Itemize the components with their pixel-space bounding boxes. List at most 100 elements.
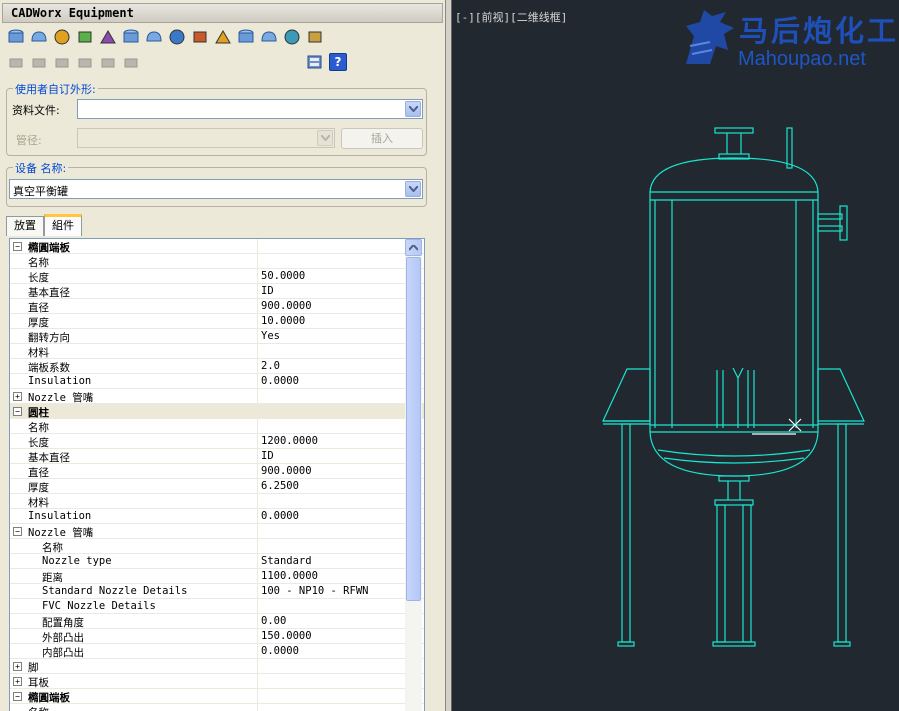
- grid-property-row[interactable]: 基本直径 ID: [10, 284, 424, 299]
- grid-category-row[interactable]: + 耳板: [10, 674, 424, 689]
- grid-category-row[interactable]: − 圆柱: [10, 404, 424, 419]
- scroll-up-button[interactable]: [405, 239, 422, 256]
- property-name: 内部凸出: [42, 647, 84, 659]
- properties-icon[interactable]: [306, 53, 324, 71]
- expand-icon[interactable]: +: [13, 392, 22, 401]
- property-value[interactable]: 150.0000: [261, 630, 312, 642]
- equipment-name-combo[interactable]: 真空平衡罐: [9, 179, 423, 199]
- pipe-size-combo[interactable]: [77, 128, 335, 148]
- grid-property-row[interactable]: 直径 900.0000: [10, 299, 424, 314]
- leg-front: [742, 504, 752, 643]
- grid-category-row[interactable]: − 橢圓端板: [10, 239, 424, 254]
- elbow-icon[interactable]: [98, 27, 118, 47]
- bar-icon[interactable]: [29, 53, 49, 73]
- grid-property-row[interactable]: 材料: [10, 344, 424, 359]
- grid-property-row[interactable]: 外部凸出 150.0000: [10, 629, 424, 644]
- head-icon[interactable]: [6, 27, 26, 47]
- chevron-down-icon[interactable]: [317, 130, 333, 146]
- expand-icon[interactable]: +: [13, 662, 22, 671]
- nozzle-icon[interactable]: [167, 27, 187, 47]
- property-value[interactable]: 0.0000: [261, 375, 299, 387]
- property-name: 直径: [28, 467, 49, 479]
- tab-components[interactable]: 組件: [44, 214, 82, 236]
- grid-property-row[interactable]: 距离 1100.0000: [10, 569, 424, 584]
- square-icon[interactable]: [52, 53, 72, 73]
- property-value[interactable]: ID: [261, 450, 274, 462]
- collapse-icon[interactable]: −: [13, 242, 22, 251]
- grid-property-row[interactable]: 直径 900.0000: [10, 464, 424, 479]
- property-value[interactable]: 1100.0000: [261, 570, 318, 582]
- property-value[interactable]: 1200.0000: [261, 435, 318, 447]
- grid-property-row[interactable]: 名称: [10, 539, 424, 554]
- property-value[interactable]: 100 - NP10 - RFWN: [261, 585, 368, 597]
- grid-property-row[interactable]: Nozzle type Standard: [10, 554, 424, 569]
- property-value[interactable]: 50.0000: [261, 270, 305, 282]
- grid-property-row[interactable]: 长度 1200.0000: [10, 434, 424, 449]
- scrollbar-thumb[interactable]: [406, 257, 421, 601]
- cadworx-equipment-panel: CADWorx Equipment ? 使用者自订外形: 资料文件: 管径: 插…: [0, 0, 446, 711]
- property-value[interactable]: 0.0000: [261, 645, 299, 657]
- drawing-viewport[interactable]: [-][前视][二维线框] 马后炮化工 Mahoupao.net: [451, 0, 899, 711]
- collapse-icon[interactable]: −: [13, 407, 22, 416]
- cone-icon[interactable]: [75, 27, 95, 47]
- sphere-icon[interactable]: [121, 27, 141, 47]
- help-icon[interactable]: ?: [329, 53, 347, 71]
- grid-category-row[interactable]: − Nozzle 管嘴: [10, 524, 424, 539]
- grid-property-row[interactable]: Standard Nozzle Details 100 - NP10 - RFWN: [10, 584, 424, 599]
- property-value[interactable]: 6.2500: [261, 480, 299, 492]
- property-value[interactable]: 10.0000: [261, 315, 305, 327]
- insert-button[interactable]: 插入: [341, 128, 423, 149]
- grid-property-row[interactable]: 端板系数 2.0: [10, 359, 424, 374]
- pipe-stub-icon[interactable]: [6, 53, 26, 73]
- grid-property-row[interactable]: 材料: [10, 494, 424, 509]
- tray-icon[interactable]: [305, 27, 325, 47]
- grid-property-row[interactable]: Insulation 0.0000: [10, 374, 424, 389]
- grid-category-row[interactable]: + Nozzle 管嘴: [10, 389, 424, 404]
- saddle-icon[interactable]: [259, 27, 279, 47]
- collapse-icon[interactable]: −: [13, 692, 22, 701]
- octagon-icon[interactable]: [98, 53, 118, 73]
- property-value[interactable]: 0.00: [261, 615, 286, 627]
- cube-icon[interactable]: [190, 27, 210, 47]
- grid-property-row[interactable]: 厚度 6.2500: [10, 479, 424, 494]
- flange-icon[interactable]: [52, 27, 72, 47]
- box-icon[interactable]: [144, 27, 164, 47]
- boot-icon[interactable]: [282, 27, 302, 47]
- grid-property-row[interactable]: 名称: [10, 419, 424, 434]
- grid-property-row[interactable]: 长度 50.0000: [10, 269, 424, 284]
- property-value[interactable]: 0.0000: [261, 510, 299, 522]
- collapse-icon[interactable]: −: [13, 527, 22, 536]
- property-value[interactable]: 900.0000: [261, 465, 312, 477]
- grid-property-row[interactable]: 基本直径 ID: [10, 449, 424, 464]
- shield-icon[interactable]: [121, 53, 141, 73]
- chevron-down-icon[interactable]: [405, 181, 421, 197]
- property-value[interactable]: 900.0000: [261, 300, 312, 312]
- grid-property-row[interactable]: Insulation 0.0000: [10, 509, 424, 524]
- column-divider: [257, 329, 258, 344]
- grid-property-row[interactable]: 翻转方向 Yes: [10, 329, 424, 344]
- column-divider: [257, 524, 258, 539]
- grid-category-row[interactable]: − 橢圓端板: [10, 689, 424, 704]
- grid-property-row[interactable]: 内部凸出 0.0000: [10, 644, 424, 659]
- chevron-down-icon[interactable]: [405, 101, 421, 117]
- property-value[interactable]: ID: [261, 285, 274, 297]
- property-value[interactable]: Standard: [261, 555, 312, 567]
- grid-property-row[interactable]: FVC Nozzle Details: [10, 599, 424, 614]
- hexagon-icon[interactable]: [75, 53, 95, 73]
- grid-property-row[interactable]: 配置角度 0.00: [10, 614, 424, 629]
- property-value[interactable]: Yes: [261, 330, 280, 342]
- datafile-combo[interactable]: [77, 99, 423, 119]
- dish-icon[interactable]: [29, 27, 49, 47]
- tab-placement[interactable]: 放置: [6, 216, 44, 236]
- grid-category-row[interactable]: + 脚: [10, 659, 424, 674]
- grid-property-row[interactable]: 名称: [10, 704, 424, 711]
- vertical-scrollbar[interactable]: [405, 239, 422, 711]
- expand-icon[interactable]: +: [13, 677, 22, 686]
- bottom-head-seam: [663, 457, 805, 464]
- support-icon[interactable]: [236, 27, 256, 47]
- property-value[interactable]: 2.0: [261, 360, 280, 372]
- property-name: 外部凸出: [42, 632, 84, 644]
- grid-property-row[interactable]: 厚度 10.0000: [10, 314, 424, 329]
- grid-property-row[interactable]: 名称: [10, 254, 424, 269]
- coil-icon[interactable]: [213, 27, 233, 47]
